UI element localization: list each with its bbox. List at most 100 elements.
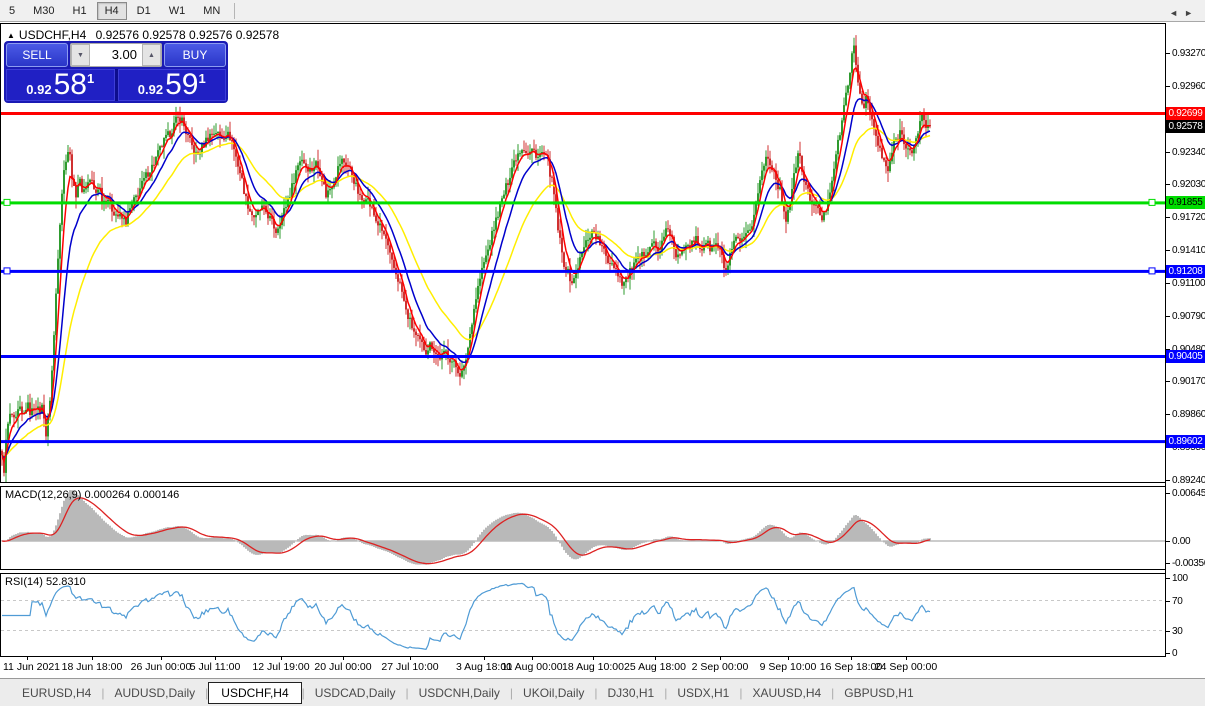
timeframe-mn[interactable]: MN [195,2,228,20]
price-axis: 0.932700.929600.926500.923400.920300.917… [1166,23,1205,657]
axis-tick-label: 0.92340 [1172,147,1205,158]
axis-tick-mark [1166,631,1170,632]
axis-tick-mark [1166,86,1170,87]
axis-tick-mark [1166,316,1170,317]
time-tick-mark [215,657,216,660]
axis-divider [1165,23,1166,657]
one-click-trade-widget: SELL ▼ 3.00 ▲ BUY 0.92 58 1 0.92 59 1 [4,41,228,103]
axis-tick-mark [1166,53,1170,54]
time-tick-mark [161,657,162,660]
tab-ukoil-daily[interactable]: UKOil,Daily [513,682,594,704]
buy-price-prefix: 0.92 [138,82,163,100]
timeframe-w1[interactable]: W1 [161,2,194,20]
time-tick-mark [410,657,411,660]
axis-tick-label: 0.00 [1172,536,1190,547]
chart-title: ▲ USDCHF,H4 0.92576 0.92578 0.92576 0.925… [7,28,279,42]
trading-platform-window: 5M30H1H4D1W1MN ▲ USDCHF,H4 0.92576 0.9257… [0,0,1205,706]
timeframe-h1[interactable]: H1 [65,2,95,20]
lot-decrease-icon[interactable]: ▼ [71,44,90,66]
axis-tick-mark [1166,414,1170,415]
chart-tab-bar: EURUSD,H4|AUDUSD,Daily|USDCHF,H4|USDCAD,… [0,678,1205,706]
ohlc-readout: 0.92576 0.92578 0.92576 0.92578 [96,28,280,42]
hline-price-label: 0.92699 [1166,107,1205,120]
buy-price-pips: 59 [165,70,198,100]
timeframe-toolbar: 5M30H1H4D1W1MN [0,0,1205,22]
timeframe-m30[interactable]: M30 [25,2,62,20]
current-price-label: 0.92578 [1166,120,1205,133]
axis-tick-label: 0.89860 [1172,409,1205,420]
toolbar-separator [234,3,235,19]
sell-price-pips: 58 [54,70,87,100]
tab-usdcnh-daily[interactable]: USDCNH,Daily [409,682,510,704]
time-tick-mark [343,657,344,660]
sell-price-prefix: 0.92 [26,82,51,100]
axis-tick-label: 0.91410 [1172,245,1205,256]
tab-usdchf-h4[interactable]: USDCHF,H4 [208,682,301,704]
time-tick-mark [906,657,907,660]
hline-price-label: 0.91208 [1166,265,1205,278]
axis-tick-label: 0.89240 [1172,475,1205,486]
tab-usdx-h1[interactable]: USDX,H1 [667,682,739,704]
time-label: 24 Sep 00:00 [861,661,951,673]
lot-size-field[interactable]: 3.00 [90,44,142,66]
time-tick-mark [851,657,852,660]
hline-price-label: 0.90405 [1166,350,1205,363]
axis-tick-label: 0.93270 [1172,48,1205,59]
tab-dj30-h1[interactable]: DJ30,H1 [598,682,665,704]
tab-scroll-left-icon[interactable]: ◄ [1169,8,1184,18]
axis-tick-label: 70 [1172,596,1183,607]
lot-increase-icon[interactable]: ▲ [142,44,161,66]
lot-size-spinner: ▼ 3.00 ▲ [70,43,162,67]
collapse-panel-icon[interactable]: ▲ [7,31,15,40]
axis-tick-mark [1166,217,1170,218]
axis-tick-mark [1166,578,1170,579]
axis-tick-mark [1166,541,1170,542]
axis-tick-mark [1166,184,1170,185]
axis-tick-label: 0.91100 [1172,278,1205,289]
symbol-period-label: USDCHF,H4 [19,28,86,42]
axis-tick-mark [1166,601,1170,602]
buy-button[interactable]: BUY [164,43,226,67]
axis-tick-mark [1166,152,1170,153]
time-tick-mark [92,657,93,660]
tab-scroll-arrows[interactable]: ◄► [1169,8,1199,18]
tab-xauusd-h4[interactable]: XAUUSD,H4 [742,682,831,704]
axis-tick-mark [1166,250,1170,251]
time-tick-mark [720,657,721,660]
timeframe-d1[interactable]: D1 [129,2,159,20]
time-tick-mark [27,657,28,660]
time-tick-mark [593,657,594,660]
sell-price-point: 1 [87,71,94,86]
tab-scroll-right-icon[interactable]: ► [1184,8,1199,18]
timeframe-5[interactable]: 5 [1,2,23,20]
time-tick-mark [484,657,485,660]
buy-price-point: 1 [198,71,205,86]
tab-usdcad-daily[interactable]: USDCAD,Daily [305,682,406,704]
time-axis: 11 Jun 202118 Jun 18:0026 Jun 00:005 Jul… [0,657,1166,677]
tab-gbpusd-h1[interactable]: GBPUSD,H1 [834,682,923,704]
tab-eurusd-h4[interactable]: EURUSD,H4 [12,682,101,704]
rsi-indicator-panel[interactable] [0,573,1166,657]
axis-tick-mark [1166,563,1170,564]
axis-tick-label: 100 [1172,573,1188,584]
rsi-label: RSI(14) 52.8310 [5,576,86,588]
axis-tick-label: 0.006451 [1172,488,1205,499]
axis-tick-mark [1166,381,1170,382]
axis-tick-mark [1166,283,1170,284]
axis-tick-mark [1166,653,1170,654]
axis-tick-label: 0.92960 [1172,81,1205,92]
axis-tick-label: 0.90170 [1172,376,1205,387]
timeframe-h4[interactable]: H4 [97,2,127,20]
sell-price-display[interactable]: 0.92 58 1 [6,69,115,101]
buy-price-display[interactable]: 0.92 59 1 [118,69,227,101]
tab-audusd-daily[interactable]: AUDUSD,Daily [104,682,205,704]
time-tick-mark [532,657,533,660]
axis-tick-mark [1166,480,1170,481]
macd-label: MACD(12,26,9) 0.000264 0.000146 [5,489,179,501]
hline-price-label: 0.89602 [1166,435,1205,448]
axis-tick-label: 0.90790 [1172,311,1205,322]
time-tick-mark [788,657,789,660]
axis-tick-label: 0 [1172,648,1177,659]
hline-price-label: 0.91855 [1166,196,1205,209]
sell-button[interactable]: SELL [6,43,68,67]
